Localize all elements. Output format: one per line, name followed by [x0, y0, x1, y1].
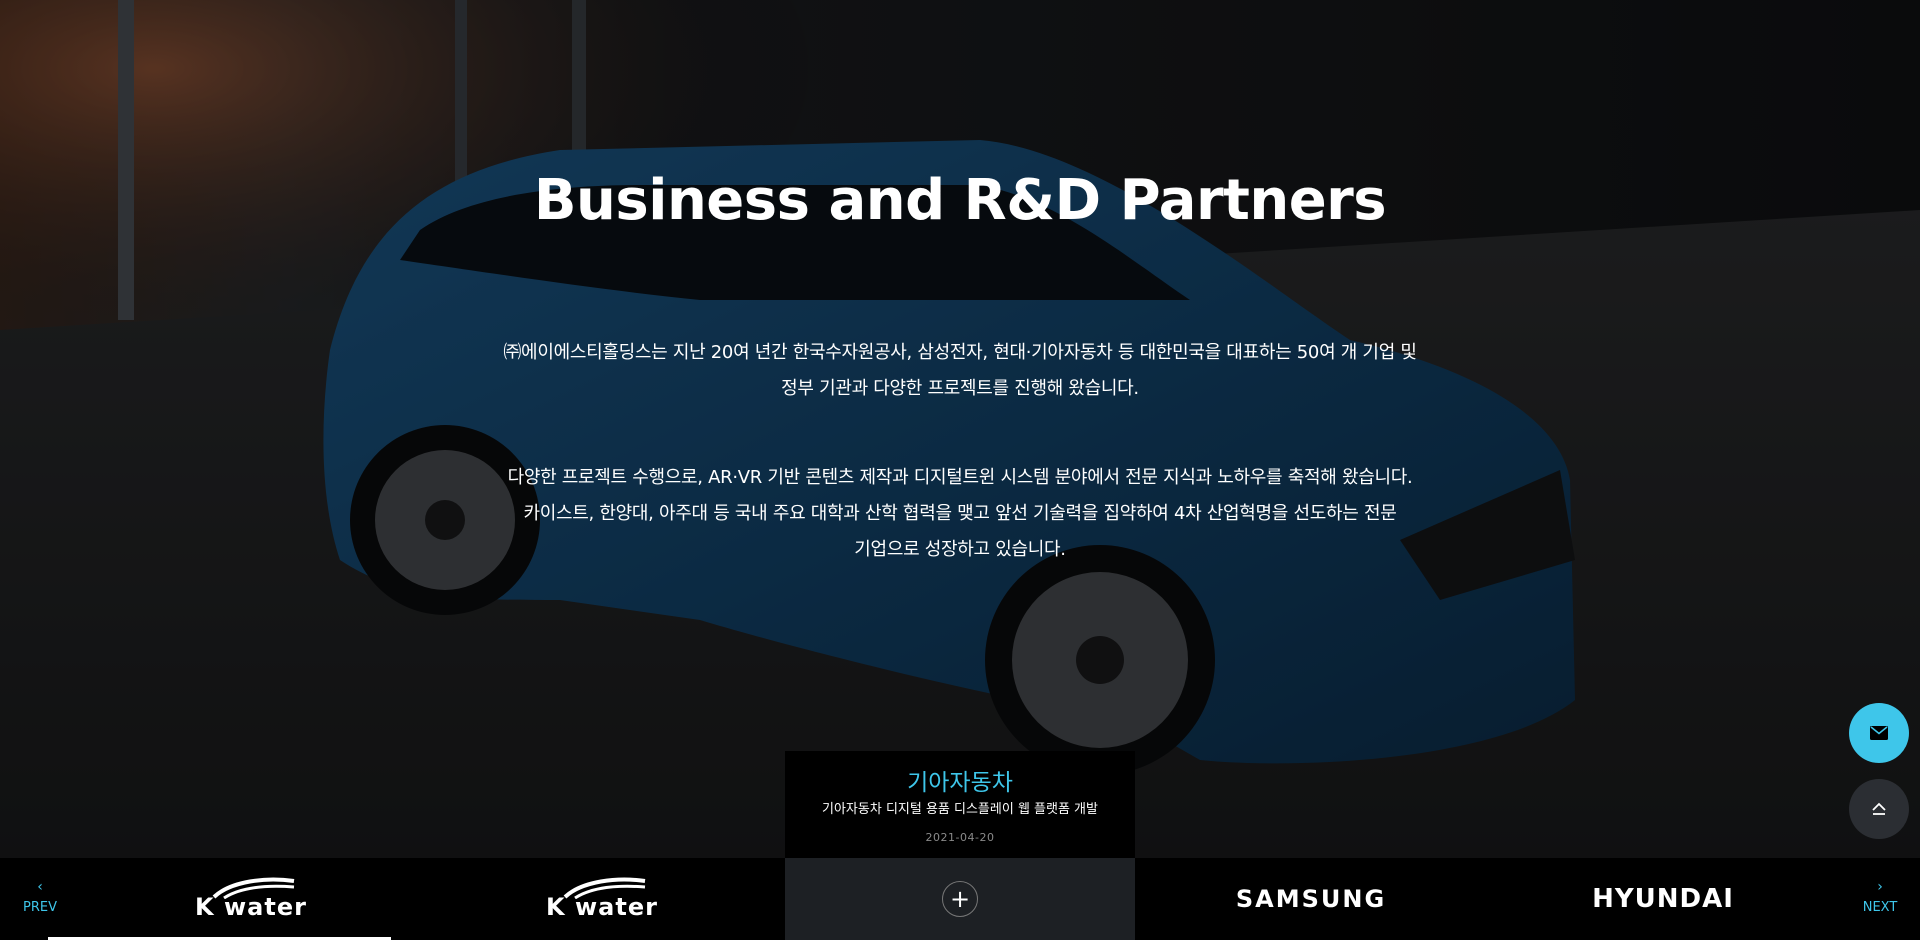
chevron-right-icon: ›: [1877, 879, 1883, 895]
partner-logo-kwater[interactable]: K water: [76, 858, 426, 940]
partner-logo-hyundai[interactable]: HYUNDAI: [1488, 858, 1838, 940]
prev-button[interactable]: ‹ PREV: [10, 880, 70, 915]
expertise-paragraph: 다양한 프로젝트 수행으로, AR·VR 기반 콘텐츠 제작과 디지털트윈 시스…: [460, 460, 1460, 568]
contact-mail-button[interactable]: [1849, 703, 1909, 763]
expertise-line-1: 다양한 프로젝트 수행으로, AR·VR 기반 콘텐츠 제작과 디지털트윈 시스…: [507, 467, 1413, 488]
mail-icon: [1870, 726, 1888, 740]
intro-paragraph: ㈜에이에스티홀딩스는 지난 20여 년간 한국수자원공사, 삼성전자, 현대·기…: [460, 335, 1460, 407]
samsung-logo-text: SAMSUNG: [1235, 885, 1387, 913]
scroll-top-icon: [1872, 802, 1886, 815]
background-overlay: [0, 0, 1920, 858]
plus-icon[interactable]: +: [942, 881, 978, 917]
kwater-logo: K water: [546, 877, 658, 921]
scroll-top-button[interactable]: [1849, 779, 1909, 839]
project-client: 기아자동차: [907, 770, 1013, 796]
hyundai-logo-text: HYUNDAI: [1592, 884, 1734, 914]
chevron-left-icon: ‹: [37, 879, 43, 895]
intro-line-2: 정부 기관과 다양한 프로젝트를 진행해 왔습니다.: [781, 378, 1139, 399]
partner-carousel: ‹ PREV K water K water + SAMSUNG HYUNDAI…: [0, 858, 1920, 940]
kwater-logo-text: K water: [546, 893, 658, 921]
expertise-line-2: 카이스트, 한양대, 아주대 등 국내 주요 대학과 산학 협력을 맺고 앞선 …: [523, 503, 1397, 524]
project-date: 2021-04-20: [925, 831, 995, 844]
next-button[interactable]: › NEXT: [1850, 880, 1910, 915]
partner-active-cell[interactable]: +: [785, 858, 1135, 940]
expertise-line-3: 기업으로 성장하고 있습니다.: [854, 539, 1066, 560]
project-card[interactable]: 기아자동차 기아자동차 디지털 용품 디스플레이 웹 플랫폼 개발 2021-0…: [785, 751, 1135, 858]
project-description: 기아자동차 디지털 용품 디스플레이 웹 플랫폼 개발: [822, 802, 1098, 817]
kwater-logo-text: K water: [195, 893, 307, 921]
intro-line-1: ㈜에이에스티홀딩스는 지난 20여 년간 한국수자원공사, 삼성전자, 현대·기…: [503, 342, 1417, 363]
next-label: NEXT: [1862, 900, 1898, 915]
kwater-logo: K water: [195, 877, 307, 921]
partner-logo-kwater-2[interactable]: K water: [427, 858, 777, 940]
prev-label: PREV: [23, 900, 57, 915]
partner-logo-samsung[interactable]: SAMSUNG: [1136, 858, 1486, 940]
page-title: Business and R&D Partners: [533, 168, 1387, 233]
